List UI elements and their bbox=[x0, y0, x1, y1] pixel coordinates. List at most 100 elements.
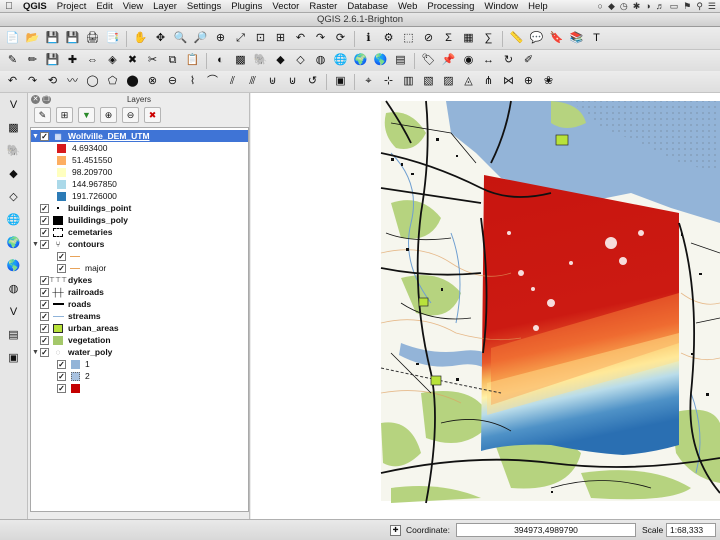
save-edits-icon[interactable]: 💾 bbox=[44, 52, 61, 69]
toggle-editing-icon[interactable]: ✏ bbox=[24, 52, 41, 69]
text-annotation-icon[interactable]: T bbox=[588, 30, 605, 47]
add-wcs-layer-icon[interactable]: 🌍 bbox=[352, 52, 369, 69]
battery-icon[interactable]: ▭ bbox=[670, 1, 679, 12]
zoom-native-icon[interactable]: ⊕ bbox=[212, 30, 229, 47]
split-parts-icon[interactable]: ⫻ bbox=[244, 73, 261, 90]
measure-icon[interactable]: 📏 bbox=[508, 30, 525, 47]
coordinate-field[interactable]: 394973,4989790 bbox=[456, 523, 636, 537]
select-features-icon[interactable]: ⬚ bbox=[400, 30, 417, 47]
raster-calculator-icon[interactable]: ▨ bbox=[440, 73, 457, 90]
legend-item[interactable]: ✓ bbox=[31, 382, 248, 394]
add-ring-icon[interactable]: ◯ bbox=[84, 73, 101, 90]
simplify-feature-icon[interactable]: 〰 bbox=[64, 73, 81, 90]
menu-raster[interactable]: Raster bbox=[304, 1, 342, 12]
add-part-icon[interactable]: ⬠ bbox=[104, 73, 121, 90]
map-tips-icon[interactable]: 💬 bbox=[528, 30, 545, 47]
layer-visibility-checkbox[interactable]: ✓ bbox=[40, 347, 49, 357]
current-edits-icon[interactable]: ✎ bbox=[4, 52, 21, 69]
layer-visibility-checkbox[interactable]: ✓ bbox=[40, 203, 49, 213]
sync-icon[interactable]: ○ bbox=[598, 1, 603, 11]
add-spatialite-icon[interactable]: ◆ bbox=[5, 166, 23, 183]
layer-visibility-checkbox[interactable]: ✓ bbox=[40, 275, 49, 285]
add-wfs-layer-icon[interactable]: 🌎 bbox=[372, 52, 389, 69]
legend-item[interactable]: ✓ major bbox=[31, 262, 248, 274]
spatial-query-icon[interactable]: ⋈ bbox=[500, 73, 517, 90]
save-as-icon[interactable]: 💾 bbox=[64, 30, 81, 47]
apple-icon[interactable]:  bbox=[0, 1, 18, 12]
merge-features-icon[interactable]: ⊎ bbox=[264, 73, 281, 90]
wifi-icon[interactable]: ◑ bbox=[645, 1, 650, 11]
zoom-out-icon[interactable]: 🔎 bbox=[192, 30, 209, 47]
paste-features-icon[interactable]: 📋 bbox=[184, 52, 201, 69]
pan-icon[interactable]: ✋ bbox=[132, 30, 149, 47]
menu-project[interactable]: Project bbox=[52, 1, 92, 12]
add-vector-icon[interactable]: V bbox=[5, 97, 23, 114]
layer-row-urban-areas[interactable]: ✓ urban_areas bbox=[31, 322, 248, 334]
show-hide-labels-icon[interactable]: ◉ bbox=[460, 52, 477, 69]
csw-icon[interactable]: ▣ bbox=[332, 73, 349, 90]
legend-item[interactable]: ✓ 2 bbox=[31, 370, 248, 382]
layer-row-wolfville-dem[interactable]: ▼ ✓ ▦ Wolfville_DEM_UTM bbox=[31, 130, 248, 142]
category-checkbox[interactable]: ✓ bbox=[57, 383, 66, 393]
composer-manager-icon[interactable]: 📑 bbox=[104, 30, 121, 47]
fill-ring-icon[interactable]: ⬤ bbox=[124, 73, 141, 90]
add-spatialite-layer-icon[interactable]: ◆ bbox=[272, 52, 289, 69]
layer-row-railroads[interactable]: ✓ ┼┼ railroads bbox=[31, 286, 248, 298]
spotlight-icon[interactable]: ⚲ bbox=[696, 1, 703, 12]
georeferencer-icon[interactable]: ⊹ bbox=[380, 73, 397, 90]
mouse-coordinate-toggle-icon[interactable]: ✚ bbox=[390, 524, 401, 536]
layer-row-dykes[interactable]: ✓ ⊤⊤⊤ dykes bbox=[31, 274, 248, 286]
topology-checker-icon[interactable]: ◬ bbox=[460, 73, 477, 90]
attribute-table-icon[interactable]: ▦ bbox=[460, 30, 477, 47]
layer-row-buildings-poly[interactable]: ✓ buildings_poly bbox=[31, 214, 248, 226]
volume-icon[interactable]: ♬ bbox=[656, 1, 665, 11]
bluetooth-icon[interactable]: ✱ bbox=[633, 1, 641, 12]
pin-labels-icon[interactable]: 📌 bbox=[440, 52, 457, 69]
expand-all-icon[interactable]: ⊕ bbox=[100, 107, 117, 123]
new-spatialite-layer-icon[interactable]: ▤ bbox=[5, 327, 23, 344]
layer-visibility-checkbox[interactable]: ✓ bbox=[40, 287, 49, 297]
menu-help[interactable]: Help bbox=[523, 1, 553, 12]
layer-visibility-checkbox[interactable]: ✓ bbox=[40, 323, 49, 333]
float-icon[interactable]: ❐ bbox=[42, 94, 51, 104]
node-tool-icon[interactable]: ◈ bbox=[104, 52, 121, 69]
zoom-next-icon[interactable]: ↷ bbox=[312, 30, 329, 47]
zoom-full-icon[interactable]: ⤢ bbox=[232, 30, 249, 47]
collapse-arrow-icon[interactable]: ▼ bbox=[31, 349, 40, 356]
reshape-features-icon[interactable]: ⌇ bbox=[184, 73, 201, 90]
add-mssql-icon[interactable]: ◇ bbox=[5, 189, 23, 206]
collapse-arrow-icon[interactable]: ▼ bbox=[31, 133, 40, 140]
stats-icon[interactable]: ∑ bbox=[480, 30, 497, 47]
undo-icon[interactable]: ↶ bbox=[4, 73, 21, 90]
label-tool-icon[interactable]: 🏷 bbox=[420, 52, 437, 69]
open-project-icon[interactable]: 📂 bbox=[24, 30, 41, 47]
delete-ring-icon[interactable]: ⊗ bbox=[144, 73, 161, 90]
menu-vector[interactable]: Vector bbox=[267, 1, 304, 12]
new-temporary-layer-icon[interactable]: ▣ bbox=[5, 350, 23, 367]
gps-tools-icon[interactable]: ⌖ bbox=[360, 73, 377, 90]
add-wfs-icon[interactable]: 🌎 bbox=[5, 258, 23, 275]
grass-tools-icon[interactable]: ❀ bbox=[540, 73, 557, 90]
interpolation-icon[interactable]: ▧ bbox=[420, 73, 437, 90]
layer-visibility-checkbox[interactable]: ✓ bbox=[40, 215, 49, 225]
dropbox-icon[interactable]: ◆ bbox=[608, 1, 615, 12]
coordinate-capture-icon[interactable]: ⊕ bbox=[520, 73, 537, 90]
zoom-last-icon[interactable]: ↶ bbox=[292, 30, 309, 47]
cut-features-icon[interactable]: ✂ bbox=[144, 52, 161, 69]
change-label-icon[interactable]: ✐ bbox=[520, 52, 537, 69]
action-icon[interactable]: ⚙ bbox=[380, 30, 397, 47]
layer-visibility-checkbox[interactable]: ✓ bbox=[40, 335, 49, 345]
menu-layer[interactable]: Layer bbox=[148, 1, 182, 12]
add-wms-layer-icon[interactable]: 🌐 bbox=[332, 52, 349, 69]
menu-app[interactable]: QGIS bbox=[18, 1, 52, 12]
rotate-point-symbols-icon[interactable]: ↺ bbox=[304, 73, 321, 90]
add-raster-icon[interactable]: ▩ bbox=[5, 120, 23, 137]
menu-database[interactable]: Database bbox=[342, 1, 393, 12]
add-postgis-icon[interactable]: 🐘 bbox=[5, 143, 23, 160]
notifications-icon[interactable]: ☰ bbox=[708, 1, 716, 12]
menu-edit[interactable]: Edit bbox=[91, 1, 117, 12]
add-feature-icon[interactable]: ✚ bbox=[64, 52, 81, 69]
layer-row-cemetaries[interactable]: ✓ cemetaries bbox=[31, 226, 248, 238]
layer-row-buildings-point[interactable]: ✓ buildings_point bbox=[31, 202, 248, 214]
new-shapefile-icon[interactable]: V bbox=[5, 304, 23, 321]
